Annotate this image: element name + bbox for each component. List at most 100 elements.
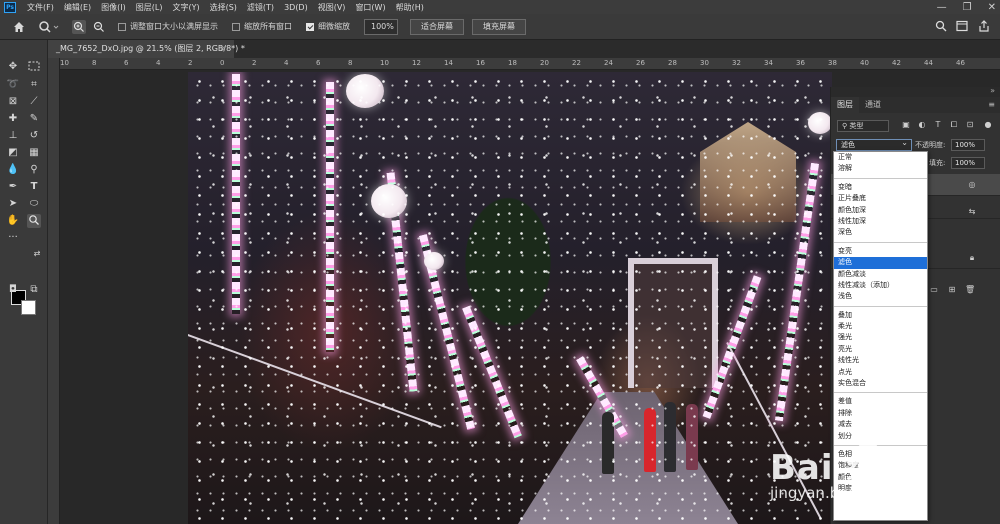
healing-brush-tool-icon[interactable]: ✚ [6, 112, 20, 126]
menu-filter[interactable]: 滤镜(T) [242, 2, 279, 13]
blend-mode-option[interactable]: 正片叠底 [834, 193, 927, 204]
blend-mode-option[interactable]: 滤色 [834, 257, 927, 269]
menu-type[interactable]: 文字(Y) [167, 2, 204, 13]
history-brush-tool-icon[interactable]: ↺ [27, 129, 41, 143]
menu-view[interactable]: 视图(V) [313, 2, 351, 13]
new-layer-icon[interactable]: ⊞ [947, 285, 957, 295]
lasso-tool-icon[interactable]: ➰ [6, 78, 20, 92]
document-tab-title: _MG_7652_DxO.jpg @ 21.5% (图层 2, RGB/8*) … [56, 44, 245, 53]
zoom-out-icon[interactable] [92, 20, 106, 34]
zoom-value-field[interactable]: 100% [364, 18, 398, 35]
blend-mode-option[interactable]: 线性减淡（添加） [834, 280, 927, 291]
type-tool-icon[interactable]: T [27, 180, 41, 194]
blend-mode-option[interactable]: 线性光 [834, 355, 927, 366]
marquee-tool-icon[interactable] [27, 60, 41, 74]
background-color-swatch[interactable] [21, 300, 36, 315]
blend-mode-option[interactable]: 排除 [834, 408, 927, 419]
tab-layers[interactable]: 图层 [831, 97, 859, 113]
blend-mode-option[interactable]: 颜色减淡 [834, 269, 927, 280]
menu-image[interactable]: 图像(I) [96, 2, 131, 13]
hand-tool-icon[interactable]: ✋ [6, 214, 20, 228]
brush-tool-icon[interactable]: ✎ [27, 112, 41, 126]
menu-edit[interactable]: 编辑(E) [59, 2, 96, 13]
screen-mode-icon[interactable]: ⧉ [27, 283, 41, 297]
move-tool-icon[interactable]: ✥ [6, 60, 20, 74]
menu-window[interactable]: 窗口(W) [350, 2, 390, 13]
link-icon[interactable]: ⇆ [967, 207, 977, 217]
blend-mode-option[interactable]: 强光 [834, 332, 927, 343]
tab-channels[interactable]: 通道 [859, 97, 887, 113]
opacity-field[interactable]: 100% [951, 139, 985, 151]
filter-toggle-icon[interactable]: ● [983, 120, 993, 130]
menu-file[interactable]: 文件(F) [22, 2, 59, 13]
eyedropper-tool-icon[interactable]: ⟋ [27, 95, 41, 109]
frame-tool-icon[interactable]: ⊠ [6, 95, 20, 109]
new-group-icon[interactable]: ▭ [929, 285, 939, 295]
menu-select[interactable]: 选择(S) [205, 2, 242, 13]
blend-mode-option[interactable]: 颜色加深 [834, 205, 927, 216]
blend-mode-option[interactable]: 溶解 [834, 163, 927, 174]
menu-layer[interactable]: 图层(L) [131, 2, 168, 13]
zoom-in-icon[interactable] [72, 19, 86, 34]
crop-tool-icon[interactable]: ⌗ [27, 78, 41, 92]
path-selection-tool-icon[interactable]: ➤ [6, 197, 20, 211]
fit-screen-button[interactable]: 适合屏幕 [410, 18, 464, 35]
blend-mode-option[interactable]: 变暗 [834, 182, 927, 193]
panel-menu-icon[interactable]: ≡ [988, 100, 995, 109]
layer-kind-filter[interactable]: ⚲ 类型 [837, 120, 889, 132]
window-controls: — ❐ ✕ [937, 0, 996, 14]
menu-help[interactable]: 帮助(H) [391, 2, 429, 13]
blend-mode-option[interactable]: 叠加 [834, 310, 927, 321]
share-icon[interactable] [978, 20, 990, 32]
restore-icon[interactable]: ❐ [963, 2, 972, 13]
blend-mode-option[interactable]: 深色 [834, 227, 927, 238]
tools-panel: ✥ ➰ ⌗ ⊠ ⟋ ✚ ✎ ⊥ ↺ ◩ ▦ 💧 ⚲ ✒ T ➤ ⬭ ✋ ··· … [0, 40, 48, 524]
smart-object-filter-icon[interactable]: ⊡ [965, 120, 975, 130]
close-icon[interactable]: ✕ [988, 2, 996, 13]
pixel-filter-icon[interactable]: ▣ [901, 120, 911, 130]
quick-mask-icon[interactable]: ◘ [6, 283, 20, 297]
gradient-tool-icon[interactable]: ▦ [27, 146, 41, 160]
document-tab[interactable]: _MG_7652_DxO.jpg @ 21.5% (图层 2, RGB/8*) … [48, 40, 245, 58]
blend-mode-option[interactable]: 差值 [834, 396, 927, 407]
minimize-icon[interactable]: — [937, 2, 947, 13]
dodge-tool-icon[interactable]: ⚲ [27, 163, 41, 177]
blend-mode-option[interactable]: 实色混合 [834, 378, 927, 389]
ellipse-tool-icon[interactable]: ⬭ [27, 197, 41, 211]
adjustment-filter-icon[interactable]: ◐ [917, 120, 927, 130]
blend-mode-option[interactable]: 正常 [834, 152, 927, 163]
eraser-tool-icon[interactable]: ◩ [6, 146, 20, 160]
home-icon[interactable] [12, 20, 26, 34]
pen-tool-icon[interactable]: ✒ [6, 180, 20, 194]
menu-3d[interactable]: 3D(D) [279, 3, 313, 12]
zoom-all-windows-checkbox[interactable] [232, 22, 240, 31]
close-tab-icon[interactable]: × [219, 40, 226, 58]
layer-effects-icon[interactable]: ◎ [967, 180, 977, 190]
menu-separator [834, 392, 927, 394]
swap-colors-icon[interactable]: ⇄ [30, 247, 44, 261]
panel-collapse-icon[interactable]: » [990, 86, 995, 95]
shape-filter-icon[interactable]: ⧠ [949, 120, 959, 130]
clone-stamp-tool-icon[interactable]: ⊥ [6, 129, 20, 143]
delete-layer-icon[interactable]: 🗑︎ [965, 285, 975, 295]
scrubby-zoom-checkbox[interactable] [306, 22, 314, 31]
blur-tool-icon[interactable]: 💧 [6, 163, 20, 177]
blend-mode-option[interactable]: 浅色 [834, 291, 927, 302]
blend-mode-select[interactable]: 滤色 [836, 138, 912, 151]
resize-windows-checkbox[interactable] [118, 22, 126, 31]
workspace-icon[interactable] [956, 20, 968, 32]
fill-screen-button[interactable]: 填充屏幕 [472, 18, 526, 35]
fill-field[interactable]: 100% [951, 157, 985, 169]
blend-mode-option[interactable]: 变亮 [834, 246, 927, 257]
more-tools-icon[interactable]: ··· [6, 231, 20, 245]
blend-mode-option[interactable]: 线性加深 [834, 216, 927, 227]
ruler-tick-label: 14 [444, 59, 453, 67]
blend-mode-option[interactable]: 亮光 [834, 344, 927, 355]
ruler-tick-label: 24 [604, 59, 613, 67]
search-icon[interactable] [935, 20, 947, 32]
type-filter-icon[interactable]: T [933, 120, 943, 130]
blend-mode-option[interactable]: 点光 [834, 367, 927, 378]
zoom-tool-preset-icon[interactable] [38, 20, 60, 34]
zoom-tool-icon[interactable] [27, 214, 41, 228]
blend-mode-option[interactable]: 柔光 [834, 321, 927, 332]
